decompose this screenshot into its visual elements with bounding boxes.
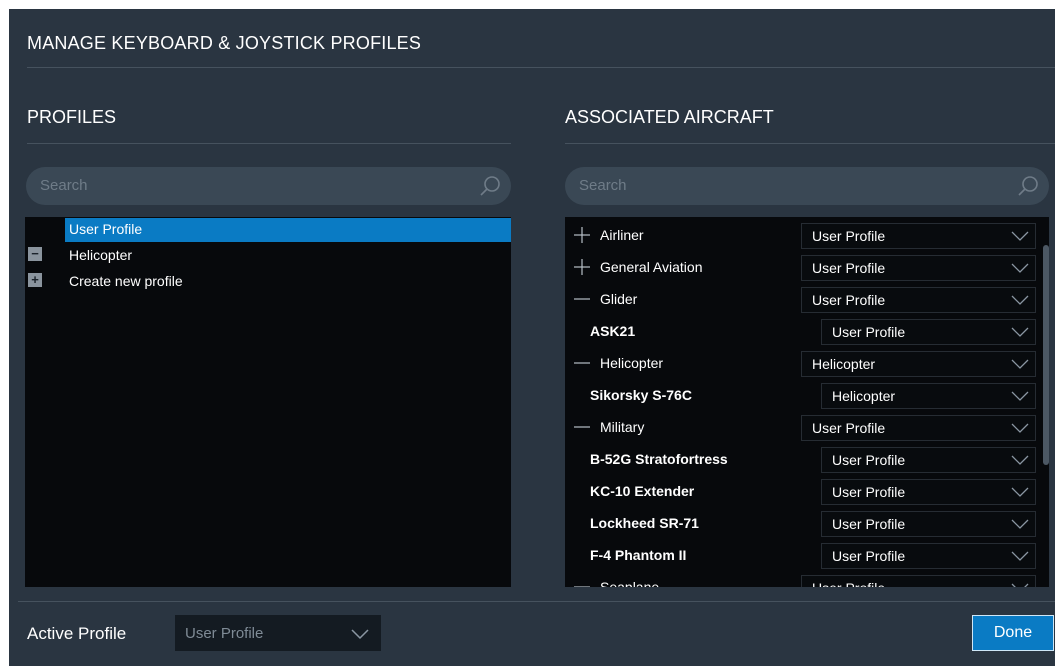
profile-dropdown-value: Helicopter: [832, 388, 896, 404]
profile-dropdown-value: User Profile: [812, 420, 886, 436]
aircraft-row[interactable]: B-52G Stratofortress User Profile: [565, 443, 1036, 475]
aircraft-name: Seaplane: [600, 579, 660, 587]
chevron-down-icon: [1011, 519, 1029, 529]
chevron-down-icon: [1011, 391, 1029, 401]
aircraft-name: General Aviation: [600, 259, 703, 275]
profiles-list: User Profile − Helicopter + Create new profi…: [25, 217, 511, 587]
profile-dropdown-value: User Profile: [812, 260, 886, 276]
aircraft-list: Airliner User Profile General Aviation User…: [565, 217, 1049, 587]
profile-dropdown-value: User Profile: [832, 452, 906, 468]
aircraft-search-placeholder: Search: [579, 177, 627, 194]
aircraft-category-row[interactable]: General Aviation User Profile: [565, 251, 1036, 283]
add-profile-icon[interactable]: +: [28, 273, 42, 287]
expand-icon[interactable]: [574, 227, 590, 243]
profile-item[interactable]: User Profile: [25, 218, 511, 242]
chevron-down-icon: [1011, 583, 1029, 587]
aircraft-name: Glider: [600, 291, 638, 307]
chevron-down-icon: [1011, 231, 1029, 241]
title-divider: [27, 67, 1055, 68]
chevron-down-icon: [1011, 423, 1029, 433]
profile-dropdown-value: User Profile: [832, 484, 906, 500]
profiles-heading: PROFILES: [27, 107, 117, 127]
manage-profiles-dialog: MANAGE KEYBOARD & JOYSTICK PROFILES PROF…: [9, 9, 1055, 666]
chevron-down-icon: [1011, 327, 1029, 337]
profile-dropdown[interactable]: User Profile: [801, 255, 1036, 281]
aircraft-row[interactable]: Lockheed SR-71 User Profile: [565, 507, 1036, 539]
active-profile-value: User Profile: [185, 625, 264, 642]
aircraft-name: Military: [600, 419, 645, 435]
profile-dropdown-value: User Profile: [812, 580, 885, 587]
aircraft-category-row[interactable]: Military User Profile: [565, 411, 1036, 443]
profiles-divider: [27, 143, 511, 144]
aircraft-list-scrollbar[interactable]: [1043, 245, 1049, 465]
aircraft-heading: ASSOCIATED AIRCRAFT: [565, 107, 774, 127]
aircraft-category-row[interactable]: Seaplane User Profile: [565, 571, 1036, 587]
aircraft-name: KC-10 Extender: [590, 483, 695, 499]
chevron-down-icon: [1011, 551, 1029, 561]
aircraft-category-row[interactable]: Airliner User Profile: [565, 219, 1036, 251]
aircraft-search-input[interactable]: Search: [565, 167, 1049, 205]
profile-dropdown[interactable]: User Profile: [821, 319, 1036, 345]
profile-dropdown-value: User Profile: [812, 292, 886, 308]
profile-item-label: Create new profile: [69, 273, 183, 289]
chevron-down-icon: [1011, 487, 1029, 497]
profile-item-label: User Profile: [69, 221, 143, 237]
profile-dropdown-value: User Profile: [832, 516, 906, 532]
aircraft-name: B-52G Stratofortress: [590, 451, 728, 467]
profile-dropdown[interactable]: User Profile: [801, 575, 1036, 587]
profile-dropdown[interactable]: User Profile: [821, 543, 1036, 569]
collapse-icon[interactable]: [574, 419, 590, 435]
collapse-icon[interactable]: [574, 579, 590, 587]
aircraft-row[interactable]: KC-10 Extender User Profile: [565, 475, 1036, 507]
profile-item[interactable]: + Create new profile: [25, 270, 511, 294]
aircraft-divider: [565, 143, 1055, 144]
collapse-icon[interactable]: [574, 291, 590, 307]
profile-dropdown[interactable]: User Profile: [821, 511, 1036, 537]
profile-dropdown-value: User Profile: [832, 324, 906, 340]
aircraft-name: ASK21: [590, 323, 636, 339]
footer-divider: [18, 601, 1055, 602]
profile-dropdown[interactable]: User Profile: [801, 415, 1036, 441]
profile-item-label: Helicopter: [69, 247, 133, 263]
aircraft-row[interactable]: F-4 Phantom II User Profile: [565, 539, 1036, 571]
aircraft-name: Helicopter: [600, 355, 664, 371]
profile-item[interactable]: − Helicopter: [25, 244, 511, 268]
chevron-down-icon: [351, 629, 369, 640]
aircraft-name: Lockheed SR-71: [590, 515, 699, 531]
active-profile-dropdown[interactable]: User Profile: [175, 615, 381, 651]
aircraft-category-row[interactable]: Glider User Profile: [565, 283, 1036, 315]
dialog-title: MANAGE KEYBOARD & JOYSTICK PROFILES: [27, 33, 422, 53]
expand-icon[interactable]: [574, 259, 590, 275]
profile-dropdown[interactable]: User Profile: [801, 287, 1036, 313]
aircraft-name: Airliner: [600, 227, 644, 243]
active-profile-label: Active Profile: [27, 624, 127, 643]
chevron-down-icon: [1011, 295, 1029, 305]
chevron-down-icon: [1011, 455, 1029, 465]
collapse-icon[interactable]: [574, 355, 590, 371]
aircraft-name: F-4 Phantom II: [590, 547, 687, 563]
profiles-search-input[interactable]: Search: [26, 167, 511, 205]
profile-dropdown[interactable]: Helicopter: [801, 351, 1036, 377]
chevron-down-icon: [1011, 359, 1029, 369]
profile-dropdown-value: Helicopter: [812, 356, 876, 372]
aircraft-name: Sikorsky S-76C: [590, 387, 692, 403]
aircraft-row[interactable]: Sikorsky S-76C Helicopter: [565, 379, 1036, 411]
profiles-search-placeholder: Search: [40, 177, 88, 194]
done-button[interactable]: Done: [972, 615, 1054, 651]
aircraft-category-row[interactable]: Helicopter Helicopter: [565, 347, 1036, 379]
profile-dropdown-value: User Profile: [812, 228, 886, 244]
profile-dropdown-value: User Profile: [832, 548, 906, 564]
aircraft-row[interactable]: ASK21 User Profile: [565, 315, 1036, 347]
profile-dropdown[interactable]: User Profile: [821, 447, 1036, 473]
profile-dropdown[interactable]: User Profile: [821, 479, 1036, 505]
profile-dropdown[interactable]: User Profile: [801, 223, 1036, 249]
remove-profile-icon[interactable]: −: [28, 247, 42, 261]
profile-dropdown[interactable]: Helicopter: [821, 383, 1036, 409]
search-icon[interactable]: [479, 174, 503, 198]
chevron-down-icon: [1011, 263, 1029, 273]
search-icon[interactable]: [1017, 174, 1041, 198]
